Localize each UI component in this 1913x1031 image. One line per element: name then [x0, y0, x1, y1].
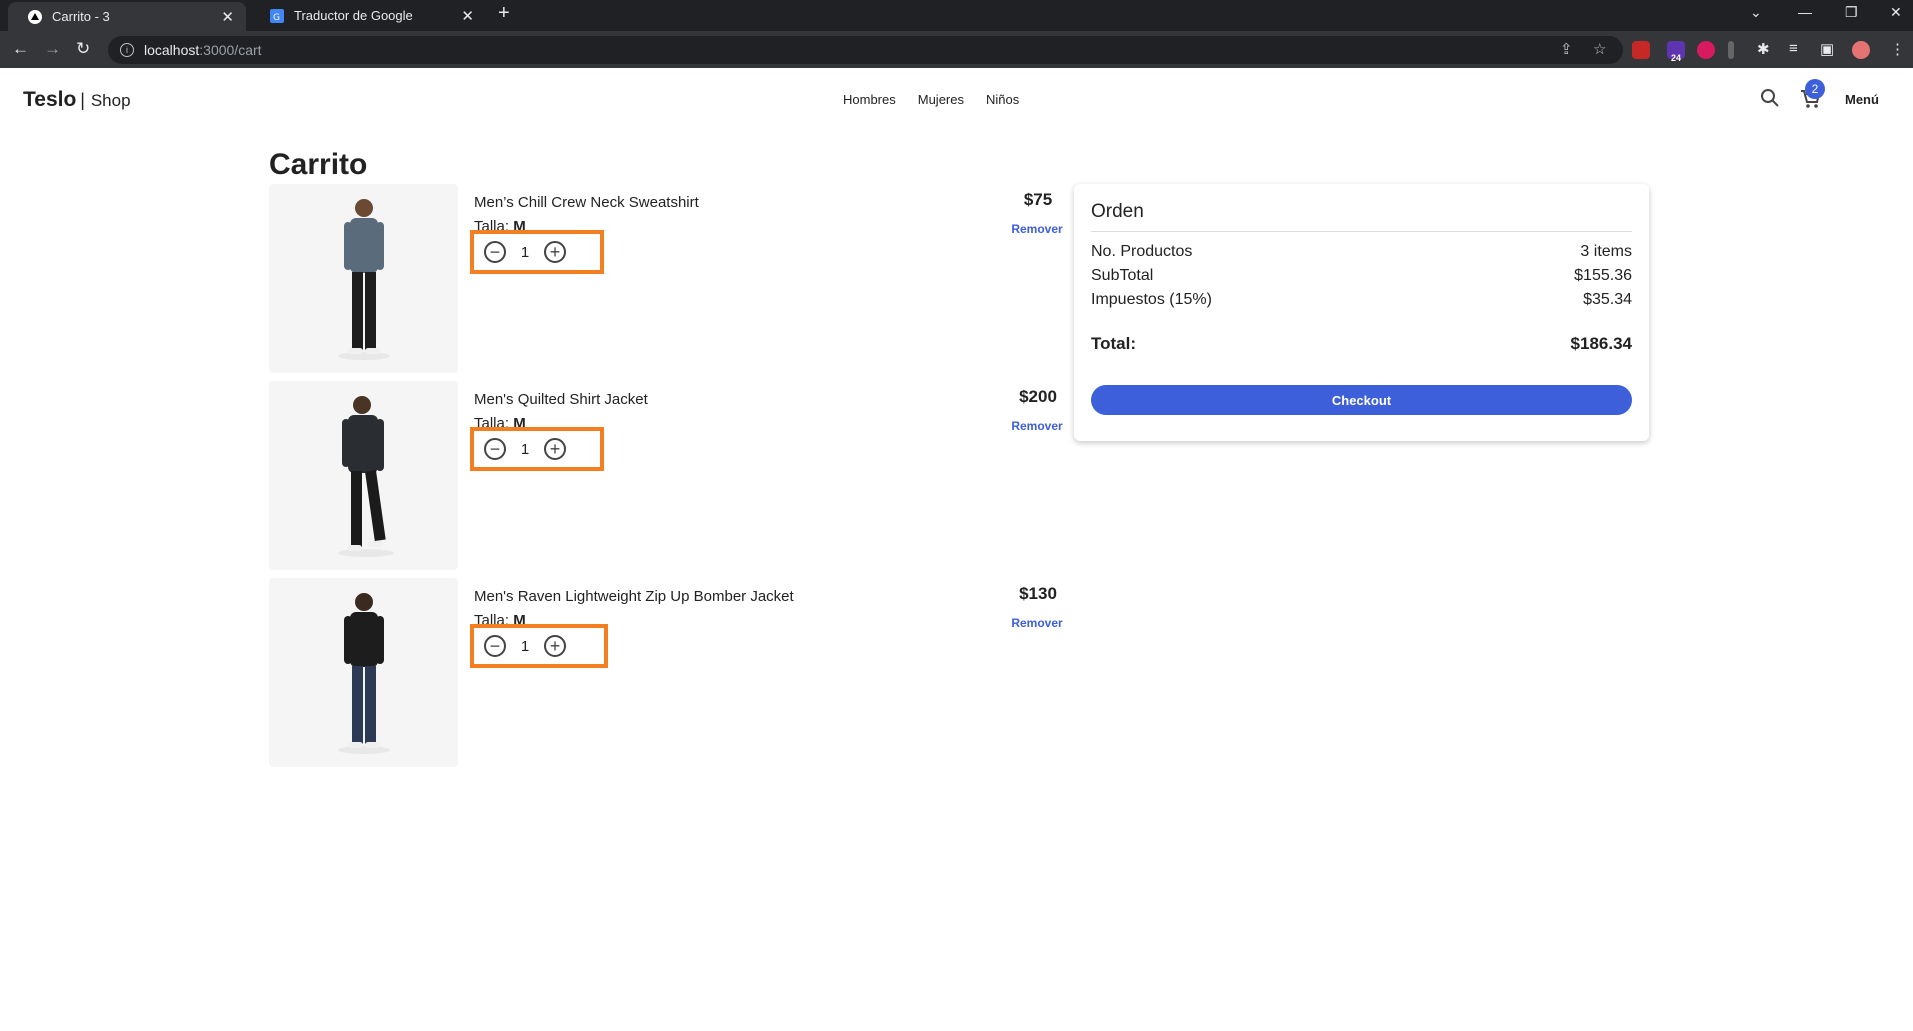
profile-avatar-icon[interactable] — [1852, 41, 1870, 59]
plus-circle-icon[interactable]: + — [544, 241, 566, 263]
summary-value: $35.34 — [1583, 291, 1632, 308]
back-icon[interactable]: ← — [12, 39, 29, 59]
product-image[interactable] — [269, 381, 458, 570]
search-icon[interactable] — [1760, 88, 1780, 113]
extensions-puzzle-icon[interactable]: ✱ — [1757, 40, 1770, 58]
total-label: Total: — [1091, 334, 1137, 353]
minimize-icon[interactable]: — — [1798, 4, 1812, 20]
summary-label: No. Productos — [1091, 243, 1193, 260]
product-name[interactable]: Men's Quilted Shirt Jacket — [474, 391, 648, 408]
product-photo-figure — [337, 198, 390, 360]
product-photo-figure — [337, 592, 390, 754]
cart-item: Men's Raven Lightweight Zip Up Bomber Ja… — [269, 578, 1063, 768]
close-tab-icon[interactable]: ✕ — [461, 7, 474, 25]
site-info-icon[interactable]: i — [120, 43, 134, 57]
tab-title: Carrito - 3 — [52, 9, 110, 24]
summary-row-total: Total: $186.34 — [1091, 334, 1632, 354]
brand-logo[interactable]: Teslo | Shop — [23, 88, 131, 112]
extension-badge: 24 — [1671, 53, 1682, 63]
order-title: Orden — [1091, 201, 1144, 222]
nav-link-hombres[interactable]: Hombres — [843, 92, 896, 107]
summary-label: Impuestos (15%) — [1091, 291, 1212, 308]
quantity-value: 1 — [520, 637, 530, 655]
extension-icon[interactable] — [1728, 41, 1734, 59]
tab-traductor[interactable]: G Traductor de Google ✕ — [250, 0, 486, 31]
browser-menu-icon[interactable]: ⋮ — [1890, 40, 1905, 58]
remove-button[interactable]: Remover — [987, 616, 1087, 630]
new-tab-icon[interactable]: + — [498, 2, 510, 25]
menu-button[interactable]: Menú — [1845, 92, 1879, 107]
cart-item: Men's Quilted Shirt Jacket Talla: M − 1 … — [269, 381, 1063, 571]
minus-circle-icon[interactable]: − — [484, 635, 506, 657]
checkout-button[interactable]: Checkout — [1091, 385, 1632, 415]
browser-tab-bar: Carrito - 3 ✕ G Traductor de Google ✕ + … — [0, 0, 1913, 31]
quantity-stepper: − 1 + — [470, 427, 604, 471]
reload-icon[interactable]: ↻ — [76, 39, 90, 59]
side-panel-icon[interactable]: ▣ — [1820, 40, 1834, 58]
plus-circle-icon[interactable]: + — [544, 635, 566, 657]
summary-row-subtotal: SubTotal $155.36 — [1091, 267, 1632, 285]
app-navbar: Teslo | Shop Hombres Mujeres Niños 2 Menú — [0, 68, 1913, 132]
site-favicon-icon — [28, 9, 42, 24]
product-image[interactable] — [269, 184, 458, 373]
url-host: localhost — [144, 42, 200, 58]
forward-icon[interactable]: → — [44, 39, 61, 59]
brand-sub: Shop — [90, 91, 131, 110]
product-price: $200 — [1019, 387, 1057, 406]
nav-link-mujeres[interactable]: Mujeres — [918, 92, 964, 107]
close-window-icon[interactable]: ✕ — [1890, 4, 1902, 21]
bookmark-star-icon[interactable]: ☆ — [1593, 40, 1606, 58]
cart-count-badge: 2 — [1805, 79, 1825, 99]
brand-name: Teslo — [23, 88, 77, 111]
brand-separator: | — [80, 90, 85, 110]
share-icon[interactable]: ⇪ — [1560, 40, 1573, 58]
browser-toolbar: ← → ↻ i localhost:3000/cart ⇪ ☆ 24 ✱ ≡ ▣… — [0, 31, 1913, 68]
summary-value: 3 items — [1580, 243, 1632, 260]
total-value: $186.34 — [1570, 334, 1632, 353]
google-translate-icon: G — [270, 8, 284, 23]
nav-link-ninos[interactable]: Niños — [986, 92, 1019, 107]
product-name[interactable]: Men's Raven Lightweight Zip Up Bomber Ja… — [474, 588, 794, 605]
restore-icon[interactable]: ❐ — [1845, 4, 1858, 21]
quantity-stepper: − 1 + — [470, 624, 608, 668]
summary-row-products: No. Productos 3 items — [1091, 243, 1632, 261]
page-title: Carrito — [269, 148, 368, 181]
product-price: $75 — [1023, 190, 1053, 209]
cart-item: Men’s Chill Crew Neck Sweatshirt Talla: … — [269, 184, 1063, 374]
divider — [1091, 231, 1632, 232]
tab-title: Traductor de Google — [294, 8, 413, 23]
close-tab-icon[interactable]: ✕ — [221, 8, 234, 26]
minus-circle-icon[interactable]: − — [484, 438, 506, 460]
product-name[interactable]: Men’s Chill Crew Neck Sweatshirt — [474, 194, 699, 211]
tab-search-icon[interactable]: ⌄ — [1750, 4, 1762, 21]
svg-text:G: G — [273, 13, 280, 23]
remove-button[interactable]: Remover — [987, 419, 1087, 433]
product-price: $130 — [1019, 584, 1057, 603]
plus-circle-icon[interactable]: + — [544, 438, 566, 460]
minus-circle-icon[interactable]: − — [484, 241, 506, 263]
order-summary-card: Orden No. Productos 3 items SubTotal $15… — [1074, 184, 1649, 441]
address-bar[interactable]: i localhost:3000/cart — [108, 36, 1623, 64]
tab-carrito[interactable]: Carrito - 3 ✕ — [8, 2, 246, 31]
category-nav: Hombres Mujeres Niños — [843, 92, 1041, 107]
quantity-stepper: − 1 + — [470, 230, 604, 274]
product-image[interactable] — [269, 578, 458, 767]
quantity-value: 1 — [520, 243, 530, 261]
url-path: :3000/cart — [199, 42, 262, 58]
extension-icon[interactable] — [1632, 41, 1650, 59]
summary-row-taxes: Impuestos (15%) $35.34 — [1091, 291, 1632, 309]
extension-icon[interactable] — [1697, 41, 1715, 59]
product-photo-figure — [337, 395, 394, 557]
media-controls-icon[interactable]: ≡ — [1789, 40, 1798, 57]
summary-label: SubTotal — [1091, 267, 1154, 284]
remove-button[interactable]: Remover — [987, 222, 1087, 236]
quantity-value: 1 — [520, 440, 530, 458]
summary-value: $155.36 — [1574, 267, 1632, 284]
